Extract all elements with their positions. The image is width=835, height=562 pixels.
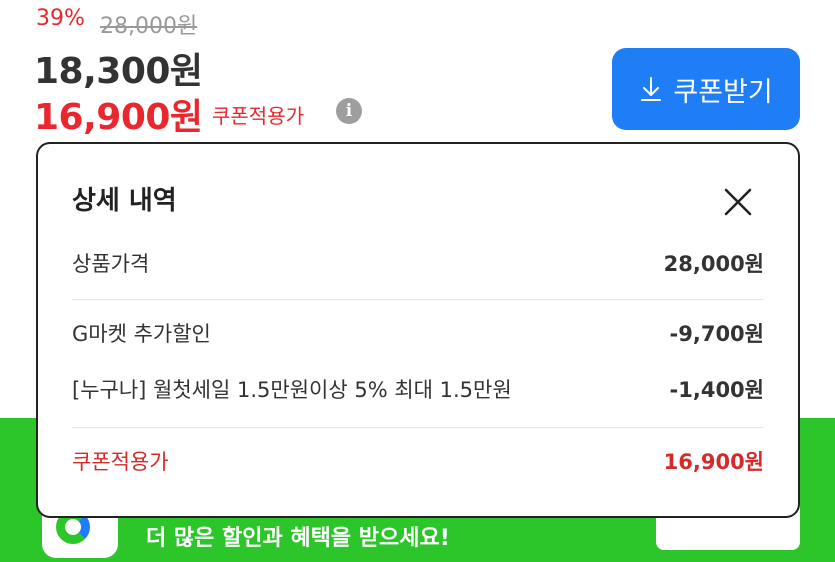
- get-coupon-button-label: 쿠폰받기: [673, 76, 773, 108]
- detail-row-coupon-price: 쿠폰적용가 16,900원: [72, 446, 764, 476]
- detail-row-label: 쿠폰적용가: [72, 450, 169, 474]
- divider: [72, 427, 764, 428]
- original-price: 28,000원: [100, 14, 198, 39]
- discount-rate: 39%: [36, 6, 85, 31]
- get-coupon-button[interactable]: 쿠폰받기: [612, 48, 800, 130]
- detail-row-amount: -1,400원: [669, 378, 764, 402]
- close-icon[interactable]: [718, 182, 758, 222]
- detail-row-label: 상품가격: [72, 252, 150, 276]
- coupon-price: 16,900원: [34, 97, 203, 138]
- detail-row-label: G마켓 추가할인: [72, 322, 211, 346]
- promo-text: 더 많은 할인과 혜택을 받으세요!: [146, 526, 450, 551]
- modal-title: 상세 내역: [72, 186, 177, 216]
- coupon-price-label: 쿠폰적용가: [212, 104, 304, 128]
- detail-row-gmarket-discount: G마켓 추가할인 -9,700원: [72, 318, 764, 348]
- price-detail-modal: 상세 내역 상품가격 28,000원 G마켓 추가할인 -9,700원 [누구나…: [36, 142, 800, 518]
- detail-row-product-price: 상품가격 28,000원: [72, 248, 764, 278]
- sale-price: 18,300원: [34, 51, 203, 92]
- detail-row-label: [누구나] 월첫세일 1.5만원이상 5% 최대 1.5만원: [72, 378, 512, 402]
- info-icon[interactable]: i: [336, 98, 362, 124]
- detail-row-coupon-discount: [누구나] 월첫세일 1.5만원이상 5% 최대 1.5만원 -1,400원: [72, 374, 764, 404]
- detail-row-amount: 16,900원: [663, 450, 764, 474]
- divider: [72, 299, 764, 300]
- detail-row-amount: -9,700원: [669, 322, 764, 346]
- detail-row-amount: 28,000원: [663, 252, 764, 276]
- download-arrow-icon: [641, 77, 662, 101]
